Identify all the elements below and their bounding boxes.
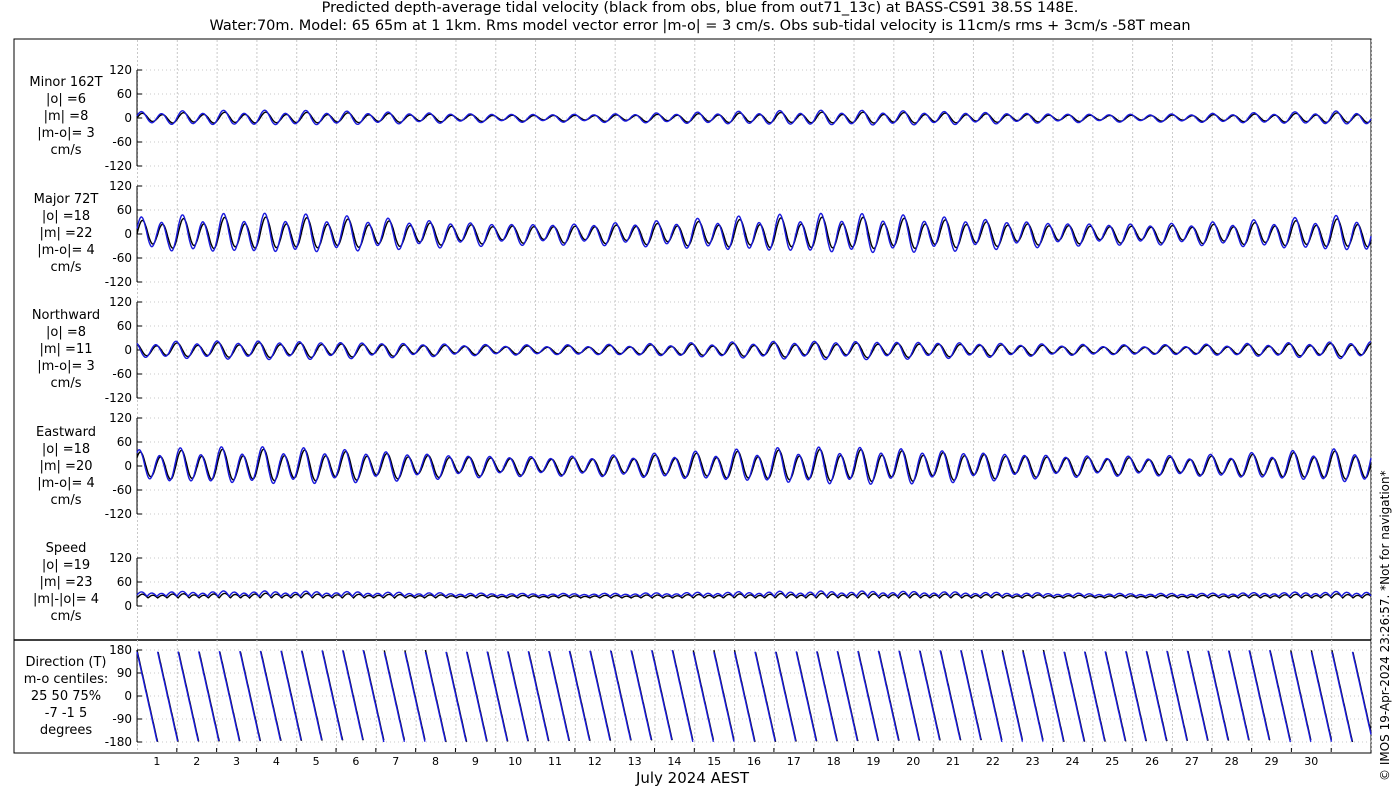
- y-tick-label: 0: [124, 689, 132, 703]
- panel-label-line: |o| =18: [41, 442, 91, 457]
- panel-label-block: Eastward |o| =18 |m| =20 |m-o|= 4 cm/s: [12, 424, 120, 509]
- model-series-line: [136, 590, 1372, 598]
- panel-label-line: |m-o|= 3: [37, 126, 95, 141]
- panel-4: 120600: [109, 551, 1372, 613]
- y-tick-label: 0: [124, 343, 132, 357]
- panel-label-line: |m-o|= 3: [37, 359, 95, 374]
- model-series-line: [136, 212, 1372, 254]
- panel-label-line: |o| =19: [41, 558, 91, 573]
- x-tick-label: 27: [1185, 755, 1199, 768]
- panel-label-line: cm/s: [50, 493, 82, 508]
- y-tick-label: -120: [105, 275, 132, 289]
- panel-label-block: Northward |o| =8 |m| =11 |m-o|= 3 cm/s: [12, 307, 120, 392]
- x-tick-label: 25: [1105, 755, 1119, 768]
- x-tick-label: 7: [392, 755, 399, 768]
- y-tick-label: 0: [124, 111, 132, 125]
- x-tick-label: 2: [193, 755, 200, 768]
- panel-label-line: Northward: [31, 308, 101, 323]
- panel-label-line: |m| =11: [39, 342, 93, 357]
- x-tick-label: 30: [1304, 755, 1318, 768]
- x-tick-label: 26: [1145, 755, 1159, 768]
- y-tick-label: 0: [124, 227, 132, 241]
- panel-label-line: |m-o|= 4: [37, 476, 95, 491]
- panel-label-line: cm/s: [50, 376, 82, 391]
- vertical-gridlines: [137, 40, 1372, 752]
- panel-label-line: |m| =20: [39, 459, 93, 474]
- panel-label-line: |m-o|= 4: [37, 243, 95, 258]
- panel-label-line: m-o centiles:: [23, 672, 109, 687]
- panel-label-block: Minor 162T |o| =6 |m| =8 |m-o|= 3 cm/s: [12, 74, 120, 159]
- x-tick-label: 16: [747, 755, 761, 768]
- panel-label-line: Speed: [45, 541, 87, 556]
- x-tick-label: 15: [707, 755, 721, 768]
- x-tick-label: 5: [313, 755, 320, 768]
- panel-label-line: 25 50 75%: [30, 689, 102, 704]
- panel-label-line: degrees: [39, 723, 93, 738]
- panel-label-line: |o| =8: [45, 325, 86, 340]
- panel-1: 120600-60-120: [105, 179, 1372, 289]
- x-tick-label: 23: [1026, 755, 1040, 768]
- y-tick-label: 0: [124, 599, 132, 613]
- panel-label-line: -7 -1 5: [44, 706, 88, 721]
- x-tick-label: 19: [866, 755, 880, 768]
- panel-label-block: Major 72T |o| =18 |m| =22 |m-o|= 4 cm/s: [12, 191, 120, 276]
- panel-label-line: |o| =18: [41, 209, 91, 224]
- x-axis-ticks: 1 2 3 4 5 6 7 8 9 10 11 12 13 14 15 16 17 18 19 20 21 22 23 24 2…: [153, 748, 1332, 768]
- panel-label-line: |m|-|o|= 4: [32, 592, 100, 607]
- x-tick-label: 1: [153, 755, 160, 768]
- x-tick-label: 21: [946, 755, 960, 768]
- y-tick-label: 120: [109, 411, 132, 425]
- figure-canvas: 120600-60-120120600-60-120120600-60-1201…: [13, 38, 1372, 768]
- x-tick-label: 14: [667, 755, 681, 768]
- x-tick-label: 9: [472, 755, 479, 768]
- x-tick-label: 10: [508, 755, 522, 768]
- panel-2: 120600-60-120: [105, 295, 1372, 405]
- panel-label-line: cm/s: [50, 609, 82, 624]
- panel-label-block: Speed |o| =19 |m| =23 |m|-|o|= 4 cm/s: [12, 540, 120, 625]
- x-tick-label: 28: [1225, 755, 1239, 768]
- x-tick-label: 12: [588, 755, 602, 768]
- x-tick-label: 11: [548, 755, 562, 768]
- panel-label-line: Direction (T): [25, 655, 107, 670]
- x-tick-label: 13: [628, 755, 642, 768]
- copyright-credit: © IMOS 19-Apr-2024 23:26:57. *Not for na…: [1378, 470, 1392, 781]
- panel-label-line: |m| =23: [39, 575, 93, 590]
- x-tick-label: 20: [906, 755, 920, 768]
- x-tick-label: 22: [986, 755, 1000, 768]
- panel-label-line: cm/s: [50, 260, 82, 275]
- x-tick-label: 4: [273, 755, 280, 768]
- y-tick-label: -120: [105, 507, 132, 521]
- x-tick-label: 3: [233, 755, 240, 768]
- x-tick-label: 8: [432, 755, 439, 768]
- x-axis-label: July 2024 AEST: [635, 769, 750, 787]
- panel-label-line: |o| =6: [45, 92, 86, 107]
- panel-label-block: Direction (T) m-o centiles: 25 50 75% -7 -1…: [12, 654, 120, 739]
- panel-5: 180900-90-180: [105, 643, 1372, 749]
- x-tick-label: 24: [1065, 755, 1079, 768]
- panel-3: 120600-60-120: [105, 411, 1372, 521]
- x-tick-label: 17: [787, 755, 801, 768]
- y-tick-label: -120: [105, 391, 132, 405]
- y-tick-label: 0: [124, 459, 132, 473]
- x-tick-label: 18: [827, 755, 841, 768]
- panels: 120600-60-120120600-60-120120600-60-1201…: [105, 63, 1372, 749]
- panel-label-line: cm/s: [50, 143, 82, 158]
- y-tick-label: -120: [105, 159, 132, 173]
- model-series-line: [136, 109, 1372, 126]
- panel-label-line: |m| =8: [43, 109, 89, 124]
- panel-0: 120600-60-120: [105, 63, 1372, 173]
- x-tick-label: 29: [1264, 755, 1278, 768]
- panel-label-line: |m| =22: [39, 226, 93, 241]
- panel-label-line: Minor 162T: [29, 75, 103, 90]
- panel-label-line: Major 72T: [33, 192, 99, 207]
- x-tick-label: 6: [352, 755, 359, 768]
- panel-label-line: Eastward: [35, 425, 97, 440]
